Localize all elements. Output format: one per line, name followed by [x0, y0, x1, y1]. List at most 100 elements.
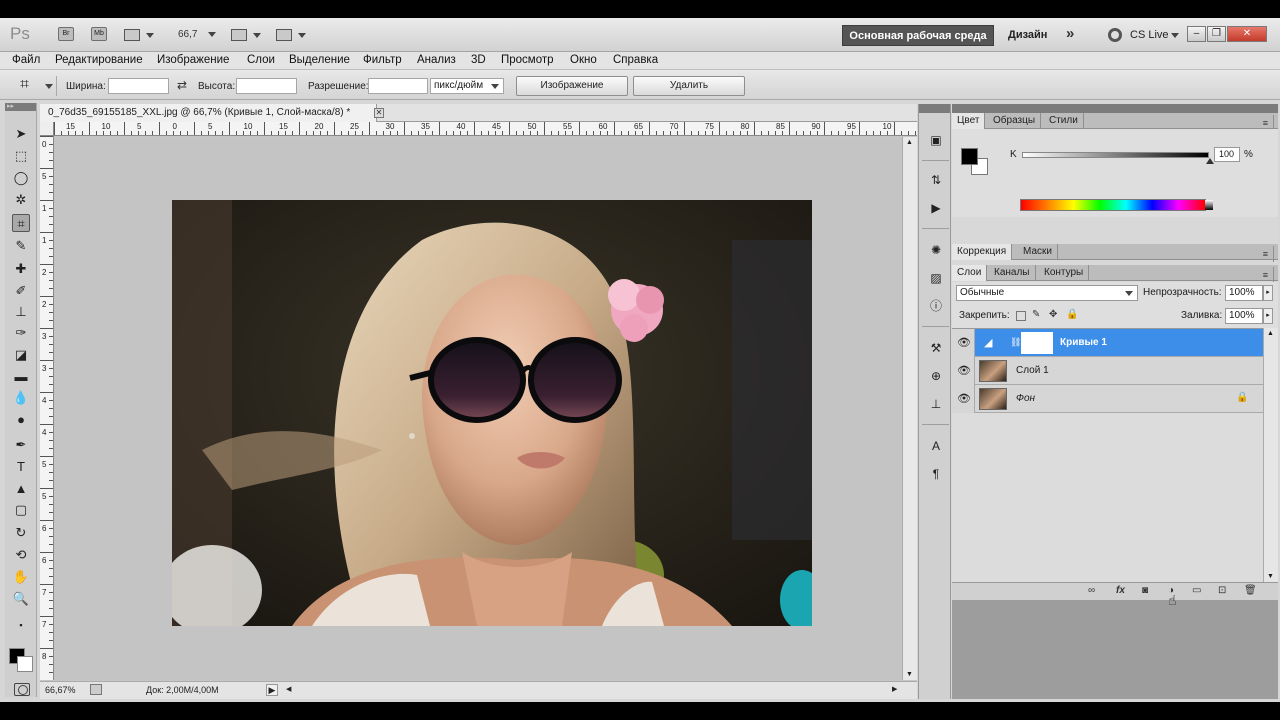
lock-position-icon[interactable]: ✥	[1049, 309, 1057, 320]
minimize-button[interactable]: –	[1187, 26, 1206, 42]
width-input[interactable]	[108, 78, 169, 94]
bridge-button[interactable]: Br	[58, 27, 74, 41]
menu-filter[interactable]: Фильтр	[363, 54, 402, 66]
status-zoom[interactable]: 66,67%	[45, 685, 76, 695]
navigator-panel-icon[interactable]: ✺	[927, 242, 945, 258]
menu-image[interactable]: Изображение	[157, 54, 229, 66]
tool-presets-panel-icon[interactable]: ⊥	[927, 396, 945, 412]
3d-rotate-tool-icon[interactable]: ↻	[12, 524, 30, 542]
scroll-down-icon[interactable]: ▼	[1267, 573, 1274, 580]
tab-channels[interactable]: Каналы	[989, 265, 1036, 281]
hand-tool-icon[interactable]: ✋	[12, 568, 30, 586]
gradient-tool-icon[interactable]: ▬	[12, 368, 30, 386]
visibility-eye-icon[interactable]: 👁	[955, 335, 973, 351]
menu-layers[interactable]: Слои	[247, 54, 275, 66]
mask-link-icon[interactable]: ⛓	[1010, 337, 1021, 348]
3d-orbit-tool-icon[interactable]: ⟲	[12, 546, 30, 564]
menu-help[interactable]: Справка	[613, 54, 658, 66]
adjustments-menu-icon[interactable]: ≡	[1258, 246, 1274, 262]
tab-color[interactable]: Цвет	[952, 113, 986, 129]
menu-analysis[interactable]: Анализ	[417, 54, 456, 66]
link-layers-icon[interactable]: ∞	[1088, 585, 1095, 596]
brushes-panel-icon[interactable]: ⚒	[927, 340, 945, 356]
dock-collapse[interactable]	[919, 104, 950, 113]
default-colors-icon[interactable]: ▪	[12, 616, 30, 634]
animation-panel-icon[interactable]: ▶	[927, 200, 945, 216]
quick-mask-icon[interactable]	[14, 683, 30, 696]
scroll-down-icon[interactable]: ▼	[906, 671, 913, 678]
histogram-panel-icon[interactable]: ▨	[927, 270, 945, 286]
fill-slider-toggle[interactable]: ▸	[1263, 308, 1273, 324]
zoom-level[interactable]: 66,7	[178, 29, 197, 40]
workspace-essentials-button[interactable]: Основная рабочая среда	[842, 25, 994, 46]
menu-edit[interactable]: Редактирование	[55, 54, 143, 66]
cs-live-button[interactable]: CS Live	[1108, 28, 1179, 42]
resolution-units-select[interactable]: пикс/дюйм	[430, 78, 504, 94]
type-tool-icon[interactable]: T	[12, 458, 30, 476]
crop-tool-preset-icon[interactable]: ⌗	[20, 76, 38, 94]
document-tab[interactable]: 0_76d35_69155185_XXL.jpg @ 66,7% (Кривые…	[40, 104, 378, 122]
background-color-swatch[interactable]	[17, 656, 33, 672]
opacity-input[interactable]: 100%	[1225, 285, 1263, 301]
add-mask-icon[interactable]: ◙	[1142, 585, 1148, 596]
info-panel-icon[interactable]: ⓘ	[927, 298, 945, 314]
new-layer-icon[interactable]: ⊡	[1218, 585, 1226, 596]
crop-tool-icon[interactable]: ⌗	[12, 214, 30, 232]
shape-tool-icon[interactable]: ▢	[12, 501, 30, 519]
healing-brush-tool-icon[interactable]: ✚	[12, 260, 30, 278]
color-spectrum[interactable]	[1020, 199, 1213, 211]
layer-row-curves[interactable]: 👁 ◢ ⛓ Кривые 1	[952, 329, 1263, 357]
hscroll-left-icon[interactable]: ◀	[286, 685, 291, 693]
lock-pixels-icon[interactable]: ✎	[1032, 309, 1040, 320]
tab-layers[interactable]: Слои	[952, 265, 988, 281]
close-window-button[interactable]: ✕	[1227, 26, 1267, 42]
fill-input[interactable]: 100%	[1225, 308, 1263, 324]
history-panel-icon[interactable]: ▣	[927, 132, 945, 148]
tab-styles[interactable]: Стили	[1044, 113, 1084, 129]
actions-panel-icon[interactable]: ⇅	[927, 172, 945, 188]
vertical-scrollbar[interactable]: ▲ ▼	[902, 137, 917, 680]
path-selection-tool-icon[interactable]: ▲	[12, 480, 30, 498]
marquee-tool-icon[interactable]: ⬚	[12, 147, 30, 165]
hscroll-right-icon[interactable]: ▶	[892, 685, 897, 693]
minibridge-button[interactable]: Mb	[91, 27, 107, 41]
view-extras-button[interactable]	[124, 27, 154, 43]
character-panel-icon[interactable]: A	[927, 438, 945, 454]
menu-3d[interactable]: 3D	[471, 54, 486, 66]
tab-paths[interactable]: Контуры	[1039, 265, 1090, 281]
tab-swatches[interactable]: Образцы	[988, 113, 1042, 129]
foreground-color-chip[interactable]	[961, 148, 978, 165]
status-preview-icon[interactable]	[90, 684, 102, 695]
clear-button[interactable]: Удалить	[633, 76, 745, 96]
screen-mode-button[interactable]	[276, 27, 306, 43]
more-workspaces-icon[interactable]: »	[1066, 25, 1074, 42]
scroll-up-icon[interactable]: ▲	[1267, 330, 1274, 337]
layer-name[interactable]: Кривые 1	[1060, 337, 1107, 348]
document-image[interactable]	[172, 200, 812, 626]
new-group-icon[interactable]: ▭	[1192, 585, 1201, 596]
close-document-icon[interactable]: ✕	[374, 108, 384, 118]
tools-panel-collapse[interactable]: ▸▸	[5, 103, 36, 111]
k-value-input[interactable]: 100	[1214, 147, 1240, 162]
layers-menu-icon[interactable]: ≡	[1258, 267, 1274, 283]
menu-file[interactable]: Файл	[12, 54, 40, 66]
tab-masks[interactable]: Маски	[1018, 244, 1058, 260]
lasso-tool-icon[interactable]: ◯	[12, 169, 30, 187]
clone-stamp-tool-icon[interactable]: ⊥	[12, 303, 30, 321]
history-brush-tool-icon[interactable]: ✑	[12, 324, 30, 342]
paragraph-panel-icon[interactable]: ¶	[927, 466, 945, 482]
status-menu-arrow-icon[interactable]: ▶	[266, 684, 278, 696]
delete-layer-icon[interactable]: 🗑	[1244, 585, 1257, 596]
layer-mask-thumbnail[interactable]	[1021, 332, 1053, 354]
lock-all-icon[interactable]: 🔒	[1066, 309, 1078, 320]
zoom-tool-icon[interactable]: 🔍	[12, 590, 30, 608]
restore-button[interactable]: ❐	[1207, 26, 1226, 42]
ruler-origin[interactable]	[40, 122, 54, 136]
zoom-dropdown-icon[interactable]	[208, 32, 216, 37]
front-image-button[interactable]: Изображение	[516, 76, 628, 96]
quick-select-tool-icon[interactable]: ✲	[12, 191, 30, 209]
pen-tool-icon[interactable]: ✒	[12, 436, 30, 454]
swap-dimensions-icon[interactable]: ⇄	[177, 78, 187, 92]
lock-transparent-icon[interactable]	[1016, 311, 1026, 321]
preset-dropdown-icon[interactable]	[45, 84, 53, 89]
